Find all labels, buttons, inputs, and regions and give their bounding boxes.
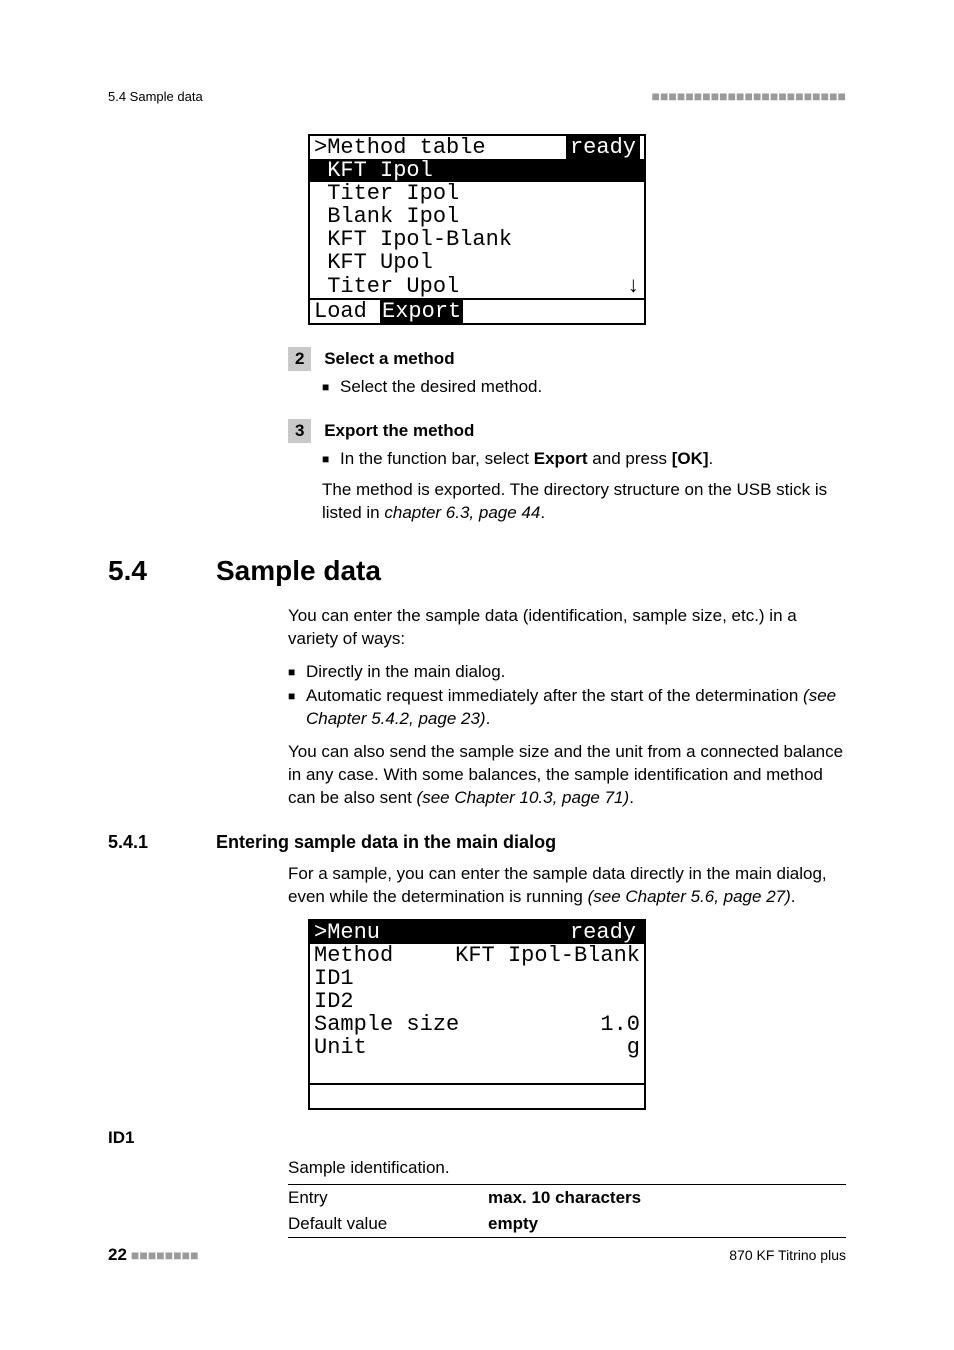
lcd2-status: ready <box>570 921 640 944</box>
step-title: Export the method <box>324 421 474 440</box>
step-number: 2 <box>288 347 311 371</box>
lcd2-title: >Menu <box>314 921 380 944</box>
bullet-icon: ■ <box>322 449 340 469</box>
step3-bullet: In the function bar, select Export and p… <box>340 449 713 469</box>
section-heading: 5.4Sample data <box>108 555 846 587</box>
lcd1-item: Blank Ipol <box>310 205 644 228</box>
scroll-down-arrow-icon: ↓ <box>627 275 640 298</box>
lcd1-item: KFT Ipol-Blank <box>310 228 644 251</box>
id1-description: Sample identification. <box>288 1158 846 1178</box>
step3-paragraph: The method is exported. The directory st… <box>322 479 846 525</box>
page-number: 22 <box>108 1245 127 1264</box>
running-header: 5.4 Sample data ■■■■■■■■■■■■■■■■■■■■■■■ <box>108 88 846 104</box>
step-2: 2 Select a method ■ Select the desired m… <box>288 347 846 397</box>
page-footer: 22■■■■■■■■ 870 KF Titrino plus <box>108 1245 846 1265</box>
lcd2-row: Sample size1.0 <box>310 1013 644 1036</box>
product-name: 870 KF Titrino plus <box>729 1247 846 1263</box>
lcd2-row: ID2 <box>310 990 644 1013</box>
sec-li2: Automatic request immediately after the … <box>306 685 846 731</box>
lcd2-row: ID1 <box>310 967 644 990</box>
lcd1-selected-item: KFT Ipol <box>310 159 644 182</box>
lcd1-title: >Method table <box>314 136 486 159</box>
step-title: Select a method <box>324 349 454 368</box>
header-ornament: ■■■■■■■■■■■■■■■■■■■■■■■ <box>652 88 847 104</box>
bullet-icon: ■ <box>288 661 306 684</box>
id1-default-row: Default value empty <box>288 1211 846 1237</box>
lcd2-row: MethodKFT Ipol-Blank <box>310 944 644 967</box>
sec-p2: You can also send the sample size and th… <box>288 741 846 810</box>
lcd1-status: ready <box>566 136 640 159</box>
subsection-heading: 5.4.1Entering sample data in the main di… <box>108 832 846 853</box>
sec-li1: Directly in the main dialog. <box>306 661 505 684</box>
footer-ornament: ■■■■■■■■ <box>131 1247 199 1263</box>
subsection-title: Entering sample data in the main dialog <box>216 832 556 852</box>
subsection-number: 5.4.1 <box>108 832 216 853</box>
sub-paragraph: For a sample, you can enter the sample d… <box>288 863 846 909</box>
section-intro: You can enter the sample data (identific… <box>288 605 846 651</box>
section-title: Sample data <box>216 555 381 586</box>
lcd1-item: Titer Ipol <box>310 182 644 205</box>
bullet-icon: ■ <box>322 377 340 397</box>
id1-entry-row: Entry max. 10 characters <box>288 1185 846 1211</box>
section-number: 5.4 <box>108 555 216 587</box>
lcd1-item: KFT Upol <box>310 251 644 274</box>
lcd-method-table: >Method table ready KFT Ipol Titer Ipol … <box>308 134 646 325</box>
lcd-main-dialog: >Menu ready MethodKFT Ipol-Blank ID1 ID2… <box>308 919 646 1110</box>
param-id1-label: ID1 <box>108 1128 846 1148</box>
lcd1-item: Titer Upol↓ <box>310 275 644 298</box>
lcd2-row: Unitg <box>310 1036 644 1059</box>
step2-bullet: Select the desired method. <box>340 377 542 397</box>
bullet-icon: ■ <box>288 685 306 731</box>
lcd1-function-bar: Load Export <box>310 300 644 323</box>
header-section: 5.4 Sample data <box>108 89 203 104</box>
lcd1-export-button: Export <box>380 299 463 324</box>
step-3: 3 Export the method ■ In the function ba… <box>288 419 846 525</box>
step-number: 3 <box>288 419 311 443</box>
